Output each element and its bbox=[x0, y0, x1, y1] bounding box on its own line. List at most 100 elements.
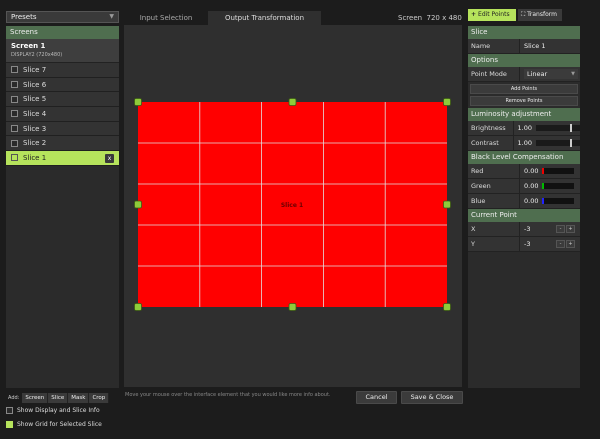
screens-panel: Screens Screen 1 DISPLAY2 (720x480) Slic… bbox=[6, 26, 119, 388]
red-slider-knob[interactable] bbox=[542, 168, 545, 174]
remove-points-button[interactable]: Remove Points bbox=[470, 96, 578, 106]
contrast-row: Contrast 1.00 bbox=[468, 136, 580, 151]
slice-list-item[interactable]: Slice 2 bbox=[6, 136, 119, 152]
screen-item[interactable]: Screen 1 DISPLAY2 (720x480) bbox=[6, 39, 119, 63]
add-crop-button[interactable]: Crop bbox=[89, 393, 110, 403]
control-point-handle[interactable] bbox=[443, 200, 451, 209]
add-points-button[interactable]: Add Points bbox=[470, 84, 578, 94]
slice-canvas-svg[interactable]: Slice 1 bbox=[124, 25, 462, 387]
options-header: Options bbox=[468, 54, 580, 67]
point-mode-label: Point Mode bbox=[468, 67, 520, 81]
transform-button[interactable]: ⛶ Transform bbox=[518, 9, 562, 21]
blue-row: Blue 0.00 bbox=[468, 194, 580, 209]
show-grid-checkbox[interactable] bbox=[6, 421, 13, 428]
red-slider[interactable] bbox=[542, 168, 575, 174]
slice-properties-panel: Slice Name Slice 1 Options Point Mode Li… bbox=[468, 26, 580, 388]
slice-item-label: Slice 3 bbox=[23, 124, 47, 133]
y-increment-button[interactable]: + bbox=[566, 240, 575, 248]
green-row: Green 0.00 bbox=[468, 179, 580, 194]
contrast-value: 1.00 bbox=[517, 139, 532, 147]
slice-list-item[interactable]: Slice 7 bbox=[6, 63, 119, 78]
red-label: Red bbox=[468, 164, 520, 178]
slice-list-item[interactable]: Slice 6 bbox=[6, 77, 119, 93]
slice-canvas-label: Slice 1 bbox=[281, 202, 303, 209]
slice-visibility-checkbox[interactable] bbox=[11, 81, 18, 89]
presets-dropdown[interactable]: Presets ▼ bbox=[6, 11, 119, 23]
cancel-button[interactable]: Cancel bbox=[356, 391, 397, 404]
slice-item-label: Slice 6 bbox=[23, 80, 47, 89]
slice-item-label: Slice 4 bbox=[23, 109, 47, 118]
transform-label: Transform bbox=[527, 11, 557, 18]
slice-list-item[interactable]: Slice 1 x bbox=[6, 151, 119, 166]
screens-header: Screens bbox=[6, 26, 119, 39]
show-display-info-option[interactable]: Show Display and Slice Info bbox=[6, 407, 100, 414]
hint-text: Move your mouse over the interface eleme… bbox=[125, 392, 331, 398]
slice-visibility-checkbox[interactable] bbox=[11, 139, 18, 147]
contrast-label: Contrast bbox=[468, 136, 514, 150]
control-point-handle[interactable] bbox=[288, 98, 297, 106]
point-mode-row: Point Mode Linear ▼ bbox=[468, 67, 580, 82]
brightness-slider-knob[interactable] bbox=[570, 124, 572, 132]
chevron-down-icon: ▼ bbox=[571, 71, 575, 77]
control-point-handle[interactable] bbox=[288, 303, 297, 311]
control-point-handle[interactable] bbox=[134, 98, 142, 106]
show-display-info-checkbox[interactable] bbox=[6, 407, 13, 414]
blue-slider-knob[interactable] bbox=[542, 198, 545, 204]
slice-item-label: Slice 7 bbox=[23, 65, 47, 74]
y-label: Y bbox=[468, 237, 520, 251]
slice-list-item[interactable]: Slice 3 bbox=[6, 121, 119, 137]
green-label: Green bbox=[468, 179, 520, 193]
blue-label: Blue bbox=[468, 194, 520, 208]
brightness-label: Brightness bbox=[468, 121, 514, 135]
screen-display-info: DISPLAY2 (720x480) bbox=[11, 52, 63, 58]
screen-name: Screen 1 bbox=[11, 42, 46, 50]
add-screen-button[interactable]: Screen bbox=[22, 393, 49, 403]
x-label: X bbox=[468, 222, 520, 236]
control-point-handle[interactable] bbox=[443, 303, 451, 311]
slice-visibility-checkbox[interactable] bbox=[11, 66, 18, 74]
slice-visibility-checkbox[interactable] bbox=[11, 154, 18, 162]
tab-output-transformation[interactable]: Output Transformation bbox=[208, 11, 321, 25]
y-value[interactable]: -3 bbox=[524, 240, 530, 248]
slice-visibility-checkbox[interactable] bbox=[11, 125, 18, 133]
output-canvas[interactable]: Slice 1 bbox=[124, 25, 462, 387]
green-slider-knob[interactable] bbox=[542, 183, 545, 189]
add-mask-button[interactable]: Mask bbox=[68, 393, 90, 403]
add-slice-button[interactable]: Slice bbox=[48, 393, 69, 403]
contrast-slider-knob[interactable] bbox=[570, 139, 572, 147]
edit-points-label: Edit Points bbox=[478, 11, 510, 18]
name-field[interactable]: Slice 1 bbox=[520, 39, 580, 53]
slice-item-label: Slice 2 bbox=[23, 139, 47, 148]
name-label: Name bbox=[468, 39, 520, 53]
control-point-handle[interactable] bbox=[134, 200, 142, 209]
x-increment-button[interactable]: + bbox=[566, 225, 575, 233]
x-value[interactable]: -3 bbox=[524, 225, 530, 233]
add-bar: Add: Screen Slice Mask Crop bbox=[6, 393, 119, 403]
add-label: Add: bbox=[8, 395, 20, 401]
screen-resolution-label: Screen 720 x 480 bbox=[398, 14, 462, 22]
edit-points-button[interactable]: + Edit Points bbox=[468, 9, 516, 21]
blue-slider[interactable] bbox=[542, 198, 575, 204]
close-icon[interactable]: x bbox=[105, 154, 114, 164]
slice-list-item[interactable]: Slice 4 bbox=[6, 107, 119, 122]
control-point-handle[interactable] bbox=[134, 303, 142, 311]
point-mode-select[interactable]: Linear ▼ bbox=[524, 69, 578, 79]
x-decrement-button[interactable]: - bbox=[556, 225, 565, 233]
slice-visibility-checkbox[interactable] bbox=[11, 95, 18, 103]
brightness-slider[interactable] bbox=[536, 124, 580, 132]
green-slider[interactable] bbox=[542, 183, 575, 189]
slice-visibility-checkbox[interactable] bbox=[11, 110, 18, 118]
save-close-button[interactable]: Save & Close bbox=[401, 391, 463, 404]
slice-header: Slice bbox=[468, 26, 580, 39]
name-row: Name Slice 1 bbox=[468, 39, 580, 54]
show-grid-option[interactable]: Show Grid for Selected Slice bbox=[6, 421, 102, 428]
red-row: Red 0.00 bbox=[468, 164, 580, 179]
tab-input-selection[interactable]: Input Selection bbox=[124, 11, 208, 25]
slice-list-item[interactable]: Slice 5 bbox=[6, 92, 119, 108]
red-value: 0.00 bbox=[524, 167, 539, 175]
control-point-handle[interactable] bbox=[443, 98, 451, 106]
y-decrement-button[interactable]: - bbox=[556, 240, 565, 248]
contrast-slider[interactable] bbox=[536, 139, 580, 147]
slice-item-label: Slice 1 bbox=[23, 153, 47, 162]
point-mode-value: Linear bbox=[527, 70, 548, 78]
